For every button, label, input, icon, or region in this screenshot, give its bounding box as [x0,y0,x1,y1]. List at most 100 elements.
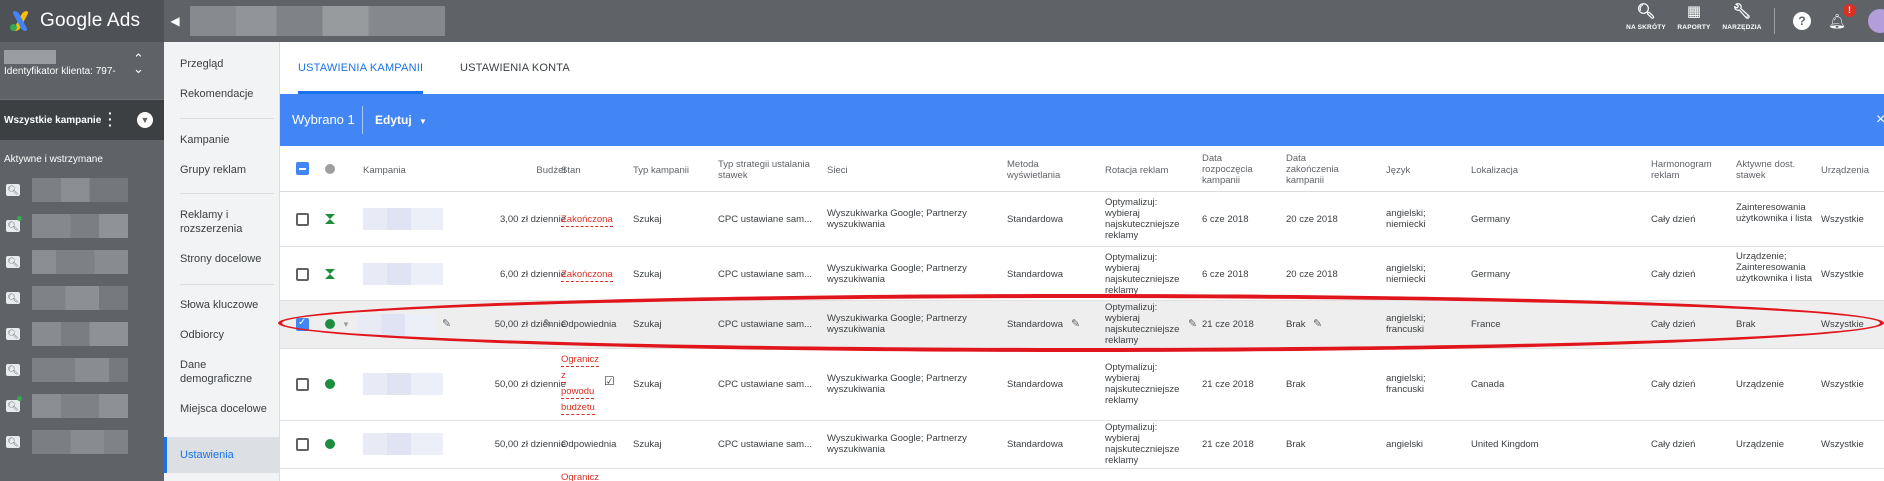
nav-item-ad-groups[interactable]: Grupy reklam [164,163,280,177]
status-dropdown-icon[interactable]: ▼ [342,320,350,329]
devices-value[interactable]: Wszystkie [1821,214,1864,225]
column-header-networks[interactable]: Sieci [827,165,848,176]
ad-schedule-value[interactable]: Cały dzień [1651,379,1695,390]
nav-item-keywords[interactable]: Słowa kluczowe [164,298,280,312]
devices-value[interactable]: Wszystkie [1821,379,1864,390]
ad-rotation-value[interactable]: Optymalizuj: wybieraj najskuteczniejsze … [1105,302,1190,346]
column-header-status[interactable]: Stan [561,165,581,176]
bid-strategy-value[interactable]: CPC ustawiane sam... [718,214,812,225]
bid-strategy-value[interactable]: CPC ustawiane sam... [718,379,812,390]
bid-adjustments-value[interactable]: Urządzenie [1736,439,1784,450]
bid-adjustments-value[interactable]: Zainteresowania użytkownika i lista [1736,202,1814,224]
networks-value[interactable]: Wyszukiwarka Google; Partnerzy wyszukiwa… [827,208,977,230]
edit-pencil-icon[interactable]: ✎ [1313,317,1322,330]
start-date-value[interactable]: 6 cze 2018 [1202,269,1248,280]
row-checkbox-checked[interactable] [296,317,309,331]
location-value[interactable]: Germany [1471,214,1510,225]
table-row[interactable]: Ogranicz [280,469,1884,481]
ad-schedule-value[interactable]: Cały dzień [1651,214,1695,225]
language-value[interactable]: angielski; francuski [1386,373,1436,395]
chevron-down-icon[interactable]: ▼ [137,112,153,128]
location-value[interactable]: Germany [1471,269,1510,280]
column-header-ad-schedule[interactable]: Harmonogram reklam [1651,159,1721,181]
devices-value[interactable]: Wszystkie [1821,439,1864,450]
tab-account-settings[interactable]: USTAWIENIA KONTA [460,42,570,94]
networks-value[interactable]: Wyszukiwarka Google; Partnerzy wyszukiwa… [827,433,977,455]
reports-button[interactable]: ▦ RAPORTY [1670,3,1718,39]
edit-pencil-icon[interactable]: ✎ [1071,317,1080,330]
nav-item-placements[interactable]: Miejsca docelowe [164,402,280,416]
nav-item-campaigns[interactable]: Kampanie [164,133,280,147]
start-date-value[interactable]: 21 cze 2018 [1202,439,1254,450]
tools-button[interactable]: 🔧︎ NARZĘDZIA [1718,3,1766,39]
bid-adjustments-value[interactable]: Urządzenie; Zainteresowania użytkownika … [1736,251,1814,284]
ad-rotation-value[interactable]: Optymalizuj: wybieraj najskuteczniejsze … [1105,362,1190,406]
ad-schedule-value[interactable]: Cały dzień [1651,439,1695,450]
table-row[interactable]: 50,00 zł dziennie Ogranicz z powodu budż… [280,349,1884,421]
campaign-name-redacted[interactable] [363,208,443,230]
campaign-name-redacted[interactable] [363,263,443,285]
bid-strategy-value[interactable]: CPC ustawiane sam... [718,269,812,280]
start-date-value[interactable]: 21 cze 2018 [1202,379,1254,390]
location-value[interactable]: Canada [1471,379,1504,390]
column-header-bid-adjustments[interactable]: Aktywne dost. stawek [1736,159,1811,181]
bid-strategy-value[interactable]: CPC ustawiane sam... [718,439,812,450]
campaign-name-redacted[interactable] [358,314,436,336]
table-row-selected[interactable]: ▼ ✎ 50,00 zł dziennie ✎ Odpowiednia Szuk… [280,301,1884,349]
chart-trend-icon[interactable]: ☑ [604,375,615,387]
account-switcher[interactable]: Identyfikator klienta: 797- ⌃ ⌄ [0,42,164,100]
switch-account-icon[interactable]: ⌃ ⌄ [133,52,144,75]
end-date-value[interactable]: Brak [1286,379,1306,390]
location-value[interactable]: France [1471,319,1501,330]
budget-value[interactable]: 6,00 zł dziennie [446,269,566,280]
more-options-icon[interactable]: · · · [108,106,116,132]
status-value[interactable]: Odpowiednia [561,319,616,330]
campaign-list-item[interactable]: 🔍︎ [0,280,164,316]
delivery-value[interactable]: Standardowa [1007,379,1063,390]
campaign-list-item[interactable]: 🔍︎ [0,244,164,280]
select-all-checkbox[interactable] [296,162,309,175]
nav-item-demographics[interactable]: Dane demograficzne [164,358,254,386]
ad-rotation-value[interactable]: Optymalizuj: wybieraj najskuteczniejsze … [1105,197,1190,241]
shortcuts-button[interactable]: 🔍︎ NA SKRÓTY [1622,3,1670,39]
bid-adjustments-value[interactable]: Brak [1736,319,1756,330]
campaign-list-item[interactable]: 🔍︎ [0,424,164,460]
nav-item-settings[interactable]: Ustawienia [164,437,280,473]
table-row[interactable]: 50,00 zł dziennie Odpowiednia Szukaj CPC… [280,421,1884,469]
row-checkbox[interactable] [296,213,309,226]
campaign-name-redacted[interactable] [363,433,443,455]
campaign-list-item[interactable]: 🔍︎ [0,208,164,244]
column-header-language[interactable]: Język [1386,165,1410,176]
column-header-start-date[interactable]: Data rozpoczęcia kampanii [1202,153,1262,186]
column-header-ad-rotation[interactable]: Rotacja reklam [1105,165,1168,176]
nav-item-audiences[interactable]: Odbiorcy [164,328,280,342]
devices-value[interactable]: Wszystkie [1821,269,1864,280]
column-header-budget[interactable]: Budżet [506,165,566,176]
ad-schedule-value[interactable]: Cały dzień [1651,269,1695,280]
column-header-campaign[interactable]: Kampania [363,165,406,176]
row-checkbox[interactable] [296,438,309,451]
column-header-delivery-method[interactable]: Metoda wyświetlania [1007,159,1077,181]
ad-rotation-value[interactable]: Optymalizuj: wybieraj najskuteczniejsze … [1105,422,1190,466]
language-value[interactable]: angielski; niemiecki [1386,208,1436,230]
nav-item-landing-pages[interactable]: Strony docelowe [164,252,280,266]
collapse-panel-chevron-icon[interactable]: ◀ [164,0,186,42]
row-checkbox[interactable] [296,378,309,391]
all-campaigns-selector[interactable]: Wszystkie kampanie · · · ▼ [0,100,164,140]
row-checkbox[interactable] [296,268,309,281]
end-date-value[interactable]: Brak [1286,439,1306,450]
budget-value[interactable]: 50,00 zł dziennie [446,379,566,390]
nav-item-ads-extensions[interactable]: Reklamy i rozszerzenia [164,208,254,236]
campaign-list-item[interactable]: 🔍︎ [0,352,164,388]
campaign-name-redacted[interactable] [363,373,443,395]
avatar[interactable] [1868,9,1884,33]
ad-schedule-value[interactable]: Cały dzień [1651,319,1695,330]
edit-pencil-icon[interactable]: ✎ [1188,317,1197,330]
ad-rotation-value[interactable]: Optymalizuj: wybieraj najskuteczniejsze … [1105,252,1190,296]
column-header-campaign-type[interactable]: Typ kampanii [633,165,689,176]
campaign-list-item[interactable]: 🔍︎ [0,172,164,208]
tab-campaign-settings[interactable]: USTAWIENIA KAMPANII [298,42,424,94]
language-value[interactable]: angielski [1386,439,1423,450]
status-value[interactable]: Zakończona [561,269,613,282]
campaign-list-item[interactable]: 🔍︎ [0,316,164,352]
